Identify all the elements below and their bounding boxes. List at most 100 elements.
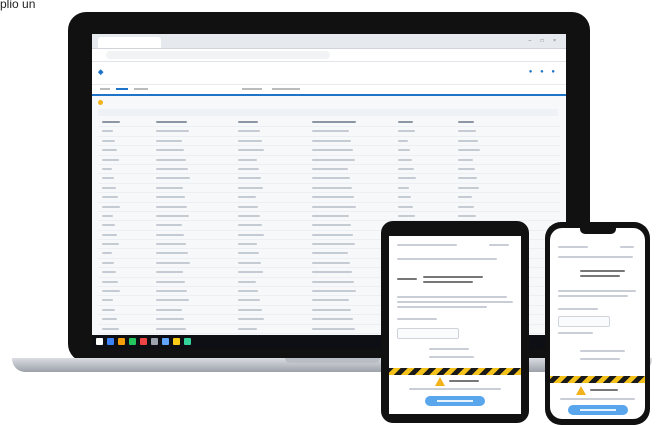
phone-value <box>580 270 625 272</box>
tablet-text-line <box>397 301 513 303</box>
table-cell <box>102 121 120 123</box>
table-row[interactable] <box>98 137 560 147</box>
table-cell <box>312 214 349 217</box>
table-cell <box>312 224 351 227</box>
address-row <box>92 49 566 62</box>
table-cell <box>156 318 184 321</box>
phone-text-line <box>558 332 593 334</box>
table-cell <box>156 308 182 311</box>
table-cell <box>238 290 258 293</box>
table-cell <box>102 149 117 152</box>
table-row[interactable] <box>98 156 560 165</box>
tablet-text-line <box>409 388 501 390</box>
nav-item-4[interactable] <box>242 88 262 90</box>
table-cell <box>238 233 264 236</box>
address-bar[interactable] <box>106 51 330 59</box>
table-cell <box>312 139 351 142</box>
table-cell <box>156 224 182 227</box>
browser-tab[interactable] <box>98 37 161 48</box>
table-cell <box>156 205 187 208</box>
table-cell <box>312 149 353 152</box>
phone-text-line <box>558 295 628 297</box>
phone-confirm-button[interactable] <box>568 405 628 415</box>
table-cell <box>238 121 258 123</box>
table-cell <box>156 149 184 152</box>
table-cell <box>458 214 476 217</box>
table-cell <box>156 167 188 170</box>
table-cell <box>312 308 351 311</box>
table-cell <box>312 167 348 170</box>
phone-header-action[interactable] <box>620 246 634 248</box>
caption-text: plio un <box>0 0 36 11</box>
window-controls-icon[interactable]: – □ × <box>529 38 561 44</box>
table-cell <box>398 167 414 170</box>
nav-item-3[interactable] <box>134 88 148 90</box>
taskbar-app-icon[interactable] <box>173 338 180 345</box>
toolbar-strip <box>98 109 558 116</box>
header-icons[interactable]: ● ● ● <box>529 69 558 75</box>
table-cell <box>312 271 352 274</box>
table-cell <box>458 158 473 161</box>
nav-item-1[interactable] <box>100 88 110 90</box>
table-cell <box>102 177 114 180</box>
nav-item-5[interactable] <box>272 88 300 90</box>
table-cell <box>458 167 475 170</box>
taskbar-app-icon[interactable] <box>118 338 125 345</box>
table-row[interactable] <box>98 174 560 184</box>
status-dot-icon <box>98 100 103 105</box>
table-cell <box>238 327 257 330</box>
table-cell <box>398 177 416 180</box>
tablet-text-line <box>397 258 497 260</box>
table-row[interactable] <box>98 165 560 175</box>
page-title <box>98 100 105 107</box>
table-cell <box>156 327 186 330</box>
table-cell <box>238 252 259 255</box>
phone-notch <box>580 228 616 234</box>
table-cell <box>238 177 261 180</box>
table-cell <box>102 139 115 142</box>
table-cell <box>102 261 114 264</box>
table-row[interactable] <box>98 193 560 203</box>
table-cell <box>156 196 185 199</box>
phone-option[interactable] <box>580 350 625 352</box>
table-cell <box>238 318 264 321</box>
table-cell <box>398 214 415 217</box>
table-cell <box>458 186 479 189</box>
taskbar-app-icon[interactable] <box>107 338 114 345</box>
table-cell <box>156 121 187 123</box>
table-cell <box>238 299 260 302</box>
table-cell <box>156 290 187 293</box>
table-cell <box>238 280 256 283</box>
tablet-input[interactable] <box>397 328 459 339</box>
table-cell <box>156 233 184 236</box>
tablet-option[interactable] <box>429 348 469 350</box>
taskbar-app-icon[interactable] <box>96 338 103 345</box>
table-cell <box>458 205 474 208</box>
taskbar-app-icon[interactable] <box>151 338 158 345</box>
table-row[interactable] <box>98 212 560 222</box>
tablet-value <box>423 276 483 278</box>
phone-text-line <box>558 308 598 310</box>
taskbar-app-icon[interactable] <box>129 338 136 345</box>
table-row[interactable] <box>98 127 560 137</box>
table-cell <box>102 196 118 199</box>
taskbar-app-icon[interactable] <box>162 338 169 345</box>
table-row[interactable] <box>98 184 560 194</box>
table-cell <box>238 214 260 217</box>
table-cell <box>398 139 408 142</box>
nav-item-2[interactable] <box>116 88 128 90</box>
taskbar-app-icon[interactable] <box>140 338 147 345</box>
table-row[interactable] <box>98 203 560 212</box>
table-cell <box>238 149 264 152</box>
table-row[interactable] <box>98 146 560 156</box>
tablet-confirm-button[interactable] <box>425 396 485 406</box>
tablet-option[interactable] <box>429 356 474 358</box>
table-cell <box>398 186 409 189</box>
table-cell <box>312 196 354 199</box>
phone-input[interactable] <box>558 316 610 327</box>
table-cell <box>312 121 356 123</box>
tablet-header-action[interactable] <box>489 244 509 246</box>
phone-warning-text <box>590 389 618 391</box>
taskbar-app-icon[interactable] <box>184 338 191 345</box>
phone-option[interactable] <box>580 358 620 360</box>
